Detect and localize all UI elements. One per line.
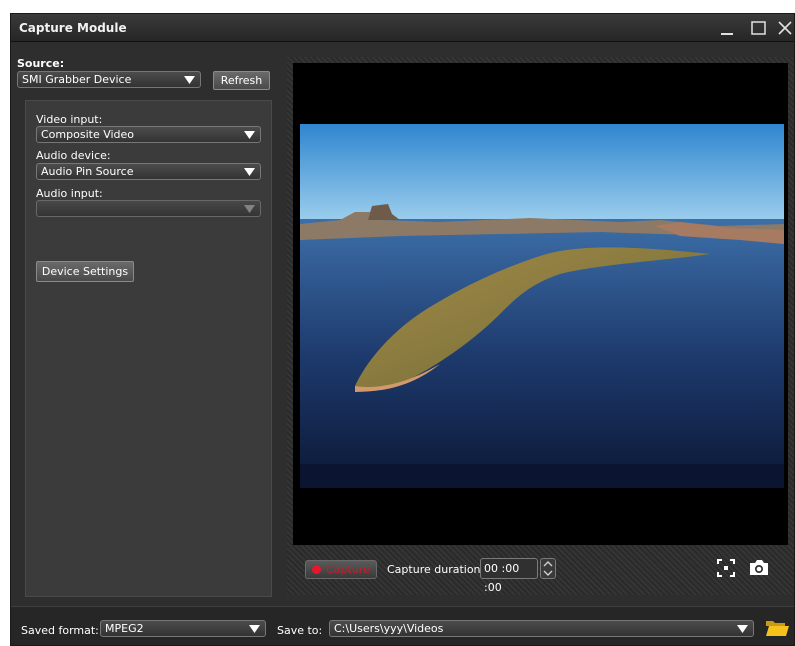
audio-device-label: Audio device: xyxy=(36,149,111,162)
saved-format-label: Saved format: xyxy=(21,624,99,637)
capture-module-window: Capture Module Source: SMI Grabber Devic… xyxy=(10,13,795,646)
refresh-button[interactable]: Refresh xyxy=(213,71,270,90)
preview-image xyxy=(300,124,784,488)
chevron-down-icon xyxy=(244,168,255,176)
source-label: Source: xyxy=(17,57,65,70)
settings-panel: Source: SMI Grabber Device Refresh Video… xyxy=(11,43,286,603)
save-to-path-value: C:\Users\yyy\Videos xyxy=(334,622,444,635)
maximize-icon[interactable] xyxy=(748,17,770,39)
minimize-icon[interactable] xyxy=(717,17,739,39)
chevron-down-icon xyxy=(184,76,195,84)
duration-stepper[interactable] xyxy=(540,558,556,579)
record-icon xyxy=(312,565,321,574)
video-preview xyxy=(293,63,788,545)
bottom-bar: Saved format: MPEG2 Save to: C:\Users\yy… xyxy=(11,606,794,645)
save-to-label: Save to: xyxy=(277,624,323,637)
video-frame xyxy=(300,124,784,488)
audio-input-select[interactable] xyxy=(36,200,261,217)
device-options-box: Video input: Composite Video Audio devic… xyxy=(25,100,272,597)
chevron-down-icon xyxy=(249,625,260,633)
capture-button[interactable]: Capture xyxy=(305,560,377,579)
close-icon[interactable] xyxy=(774,17,794,39)
fullscreen-icon[interactable] xyxy=(717,559,735,577)
folder-icon[interactable] xyxy=(765,619,790,637)
capture-duration-label: Capture duration: xyxy=(387,563,485,576)
camera-icon[interactable] xyxy=(748,558,770,577)
video-input-label: Video input: xyxy=(36,113,103,126)
capture-duration-input[interactable]: 00 :00 :00 xyxy=(480,558,538,594)
capture-button-label: Capture xyxy=(326,563,370,576)
chevron-up-down-icon xyxy=(543,561,553,576)
saved-format-value: MPEG2 xyxy=(105,622,144,635)
window-title: Capture Module xyxy=(19,21,127,35)
audio-device-select[interactable]: Audio Pin Source xyxy=(36,163,261,180)
device-settings-button[interactable]: Device Settings xyxy=(36,261,134,282)
source-device-select[interactable]: SMI Grabber Device xyxy=(17,71,201,88)
title-bar[interactable]: Capture Module xyxy=(11,14,794,42)
saved-format-select[interactable]: MPEG2 xyxy=(100,620,266,637)
chevron-down-icon xyxy=(244,131,255,139)
video-input-select[interactable]: Composite Video xyxy=(36,126,261,143)
chevron-down-icon xyxy=(244,205,255,213)
video-input-value: Composite Video xyxy=(41,128,135,141)
preview-area: Capture Capture duration: 00 :00 :00 xyxy=(287,57,794,595)
audio-device-value: Audio Pin Source xyxy=(41,165,134,178)
save-to-path-select[interactable]: C:\Users\yyy\Videos xyxy=(329,620,754,637)
source-device-value: SMI Grabber Device xyxy=(22,73,132,86)
chevron-down-icon xyxy=(737,625,748,633)
audio-input-label: Audio input: xyxy=(36,187,103,200)
